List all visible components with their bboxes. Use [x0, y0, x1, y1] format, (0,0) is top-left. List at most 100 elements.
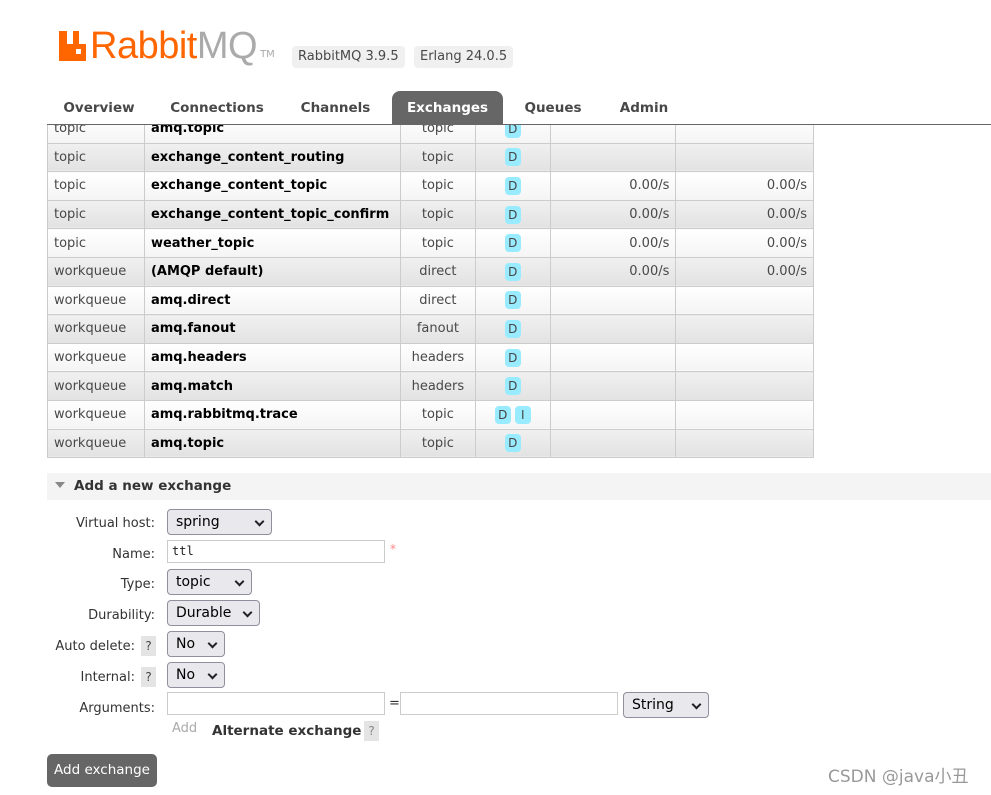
alternate-exchange-link[interactable]: Alternate exchange: [212, 723, 361, 739]
type-cell: topic: [399, 228, 476, 258]
rate-out-cell: 0.00/s: [675, 199, 814, 230]
add-exchange-section-toggle[interactable]: Add a new exchange: [47, 473, 991, 500]
exchange-name-link[interactable]: amq.headers: [143, 342, 401, 373]
internal-label: Internal:: [80, 670, 135, 685]
features-cell: D: [474, 256, 551, 287]
rate-in-cell: [549, 125, 677, 144]
argument-value-input[interactable]: [400, 692, 618, 715]
rate-out-cell: [675, 399, 814, 430]
exchange-name-link[interactable]: amq.topic: [143, 125, 401, 144]
rate-out-cell: [675, 125, 814, 144]
argument-key-input[interactable]: [167, 692, 385, 715]
alternate-exchange-help[interactable]: ?: [364, 721, 379, 741]
table-row: topic exchange_content_topic topic D 0.00/s 0…: [47, 171, 814, 201]
exchange-name-link[interactable]: exchange_content_topic: [143, 171, 401, 201]
tab-connections[interactable]: Connections: [159, 91, 275, 125]
type-cell: topic: [399, 142, 476, 173]
type-cell: topic: [399, 171, 476, 201]
virtual-host-label: Virtual host:: [75, 516, 155, 531]
auto-delete-help[interactable]: ?: [141, 636, 156, 656]
table-row: topic exchange_content_topic_confirm topic…: [47, 199, 814, 230]
table-row: topic weather_topic topic D 0.00/s 0.00/s: [47, 228, 814, 258]
feature-badge: D: [504, 262, 521, 281]
rate-in-cell: [549, 285, 677, 316]
arguments-label: Arguments:: [79, 701, 155, 716]
rabbitmq-logo: RabbitMQ TM: [59, 25, 275, 67]
features-cell: D: [474, 314, 551, 344]
tab-queues[interactable]: Queues: [515, 91, 591, 125]
vhost-cell: workqueue: [47, 314, 145, 344]
feature-badge: I: [514, 405, 531, 424]
type-value: topic: [176, 574, 211, 590]
vhost-cell: workqueue: [47, 285, 145, 316]
features-cell: D: [474, 125, 551, 144]
durability-value: Durable: [176, 605, 232, 621]
rate-out-cell: [675, 314, 814, 344]
exchange-name-link[interactable]: amq.topic: [143, 428, 401, 459]
type-label: Type:: [120, 577, 155, 592]
type-cell: topic: [399, 399, 476, 430]
name-input[interactable]: ttl: [167, 540, 385, 563]
add-argument-link[interactable]: Add: [172, 721, 197, 736]
collapse-triangle-icon: [55, 482, 65, 488]
add-exchange-button[interactable]: Add exchange: [47, 754, 157, 787]
auto-delete-label: Auto delete:: [55, 639, 135, 654]
exchange-name-link[interactable]: amq.direct: [143, 285, 401, 316]
chevron-down-icon: [254, 516, 265, 527]
rate-in-cell: [549, 342, 677, 373]
type-cell: direct: [399, 285, 476, 316]
table-row: workqueue amq.fanout fanout D: [47, 314, 814, 344]
feature-badge: D: [504, 434, 521, 453]
chevron-down-icon: [207, 669, 218, 680]
durability-label: Durability:: [88, 608, 155, 623]
feature-badge: D: [504, 291, 521, 310]
tab-exchanges[interactable]: Exchanges: [392, 91, 503, 125]
exchange-name-link[interactable]: (AMQP default): [143, 256, 401, 287]
durability-select[interactable]: Durable: [167, 600, 260, 626]
table-row: topic amq.topic topic D: [47, 125, 814, 144]
feature-badge: D: [504, 176, 521, 195]
vhost-cell: workqueue: [47, 342, 145, 373]
vhost-cell: workqueue: [47, 371, 145, 401]
exchange-name-link[interactable]: weather_topic: [143, 228, 401, 258]
type-cell: direct: [399, 256, 476, 287]
exchange-name-link[interactable]: amq.rabbitmq.trace: [143, 399, 401, 430]
auto-delete-select[interactable]: No: [167, 631, 225, 657]
exchange-name-link[interactable]: amq.match: [143, 371, 401, 401]
internal-select[interactable]: No: [167, 662, 225, 688]
rate-out-cell: [675, 371, 814, 401]
exchange-name-link[interactable]: amq.fanout: [143, 314, 401, 344]
tab-overview[interactable]: Overview: [47, 91, 151, 125]
rate-out-cell: [675, 342, 814, 373]
rate-in-cell: [549, 314, 677, 344]
table-row: workqueue amq.direct direct D: [47, 285, 814, 316]
internal-help[interactable]: ?: [141, 667, 156, 687]
virtual-host-value: spring: [176, 514, 220, 530]
type-cell: topic: [399, 125, 476, 144]
type-select[interactable]: topic: [167, 569, 252, 595]
logo-text-rabbit: Rabbit: [90, 25, 197, 67]
vhost-cell: workqueue: [47, 428, 145, 459]
rate-in-cell: 0.00/s: [549, 171, 677, 201]
exchange-name-link[interactable]: exchange_content_topic_confirm: [143, 199, 401, 230]
virtual-host-select[interactable]: spring: [167, 509, 272, 535]
vhost-cell: workqueue: [47, 399, 145, 430]
type-cell: headers: [399, 371, 476, 401]
feature-badge: D: [504, 125, 521, 138]
features-cell: D: [474, 285, 551, 316]
logo-text-mq: MQ: [196, 25, 258, 67]
table-row: workqueue amq.headers headers D: [47, 342, 814, 373]
exchanges-table: topic amq.topic topic Dtopic exchange_conten…: [47, 125, 815, 461]
table-row: topic exchange_content_routing topic D: [47, 142, 814, 173]
feature-badge: D: [494, 405, 511, 424]
rate-in-cell: [549, 428, 677, 459]
rate-out-cell: 0.00/s: [675, 256, 814, 287]
tab-admin[interactable]: Admin: [607, 91, 681, 125]
tab-channels[interactable]: Channels: [287, 91, 384, 125]
rate-in-cell: [549, 142, 677, 173]
argument-type-select[interactable]: String: [623, 692, 709, 718]
rate-in-cell: 0.00/s: [549, 228, 677, 258]
section-title: Add a new exchange: [74, 478, 232, 494]
exchange-name-link[interactable]: exchange_content_routing: [143, 142, 401, 173]
features-cell: D: [474, 342, 551, 373]
